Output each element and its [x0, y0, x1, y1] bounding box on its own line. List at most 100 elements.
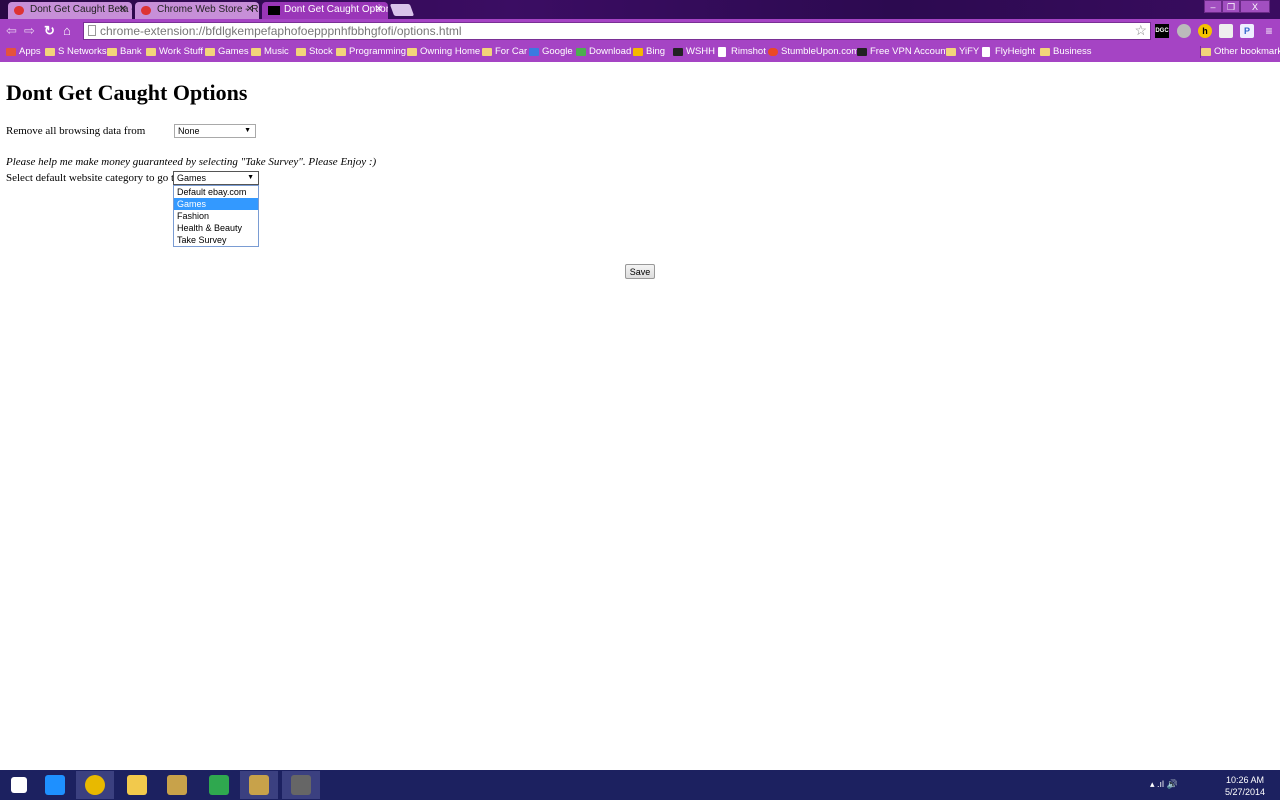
tray-icons[interactable]: ▴ .ıl 🔊 — [1150, 779, 1190, 790]
taskbar-start[interactable] — [0, 771, 38, 799]
dropdown-option[interactable]: Health & Beauty — [174, 222, 258, 234]
select-value: None — [178, 126, 200, 136]
category-select[interactable]: Games ▼ — [173, 171, 259, 185]
dropdown-option[interactable]: Fashion — [174, 210, 258, 222]
internet-explorer-icon — [45, 775, 65, 795]
page-icon — [88, 25, 96, 36]
bookmark-item[interactable]: For Car — [482, 46, 527, 58]
minimize-button[interactable]: – — [1204, 0, 1222, 13]
bookmark-item[interactable]: FlyHeight — [982, 46, 1035, 58]
bookmark-item[interactable]: Google — [529, 46, 573, 58]
home-icon[interactable]: ⌂ — [63, 23, 71, 39]
tab-label: Chrome Web Store - Read — [157, 4, 259, 15]
page-title: Dont Get Caught Options — [6, 80, 248, 105]
taskbar-game[interactable] — [282, 771, 320, 799]
bookmarks-bar: Apps S Networks Bank Work Stuff Games Music St… — [0, 43, 1280, 62]
bookmark-item[interactable]: Download — [576, 46, 631, 58]
reload-icon[interactable]: ↻ — [44, 23, 55, 39]
bookmark-item[interactable]: Free VPN Accounts — [857, 46, 953, 58]
bookmark-icon — [673, 48, 683, 56]
date: 5/27/2014 — [1224, 787, 1266, 797]
bookmark-label: Games — [218, 46, 249, 57]
close-tab-icon[interactable]: ✕ — [375, 2, 383, 18]
bookmark-label: For Car — [495, 46, 528, 57]
category-label: Select default website category to go to — [6, 172, 180, 184]
bookmark-label: Bank — [120, 46, 142, 57]
bookmark-icon — [407, 48, 417, 56]
taskbar-internet-explorer[interactable] — [36, 771, 74, 799]
p-extension-icon[interactable]: P — [1240, 24, 1254, 38]
bookmark-label: Owning Home — [420, 46, 481, 57]
save-button[interactable]: Save — [625, 264, 655, 279]
bookmark-label: Business — [1053, 46, 1092, 57]
bookmark-label: Other bookmarks — [1214, 46, 1280, 57]
game-icon — [291, 775, 311, 795]
new-tab-button[interactable] — [389, 4, 415, 16]
bookmark-label: Bing — [646, 46, 666, 57]
tab-dont-get-caught-beta[interactable]: Dont Get Caught Beta - Ec✕ — [8, 2, 132, 19]
taskbar-league-of-legends[interactable] — [158, 771, 196, 799]
other-bookmarks[interactable]: Other bookmarks — [1200, 46, 1280, 58]
tab-options[interactable]: Dont Get Caught Options ✕ — [262, 2, 388, 19]
bookmark-item[interactable]: Bing — [633, 46, 665, 58]
dgc-extension-icon[interactable]: DGC — [1155, 24, 1169, 38]
bookmark-icon — [946, 48, 956, 56]
dropdown-option[interactable]: Default ebay.com — [174, 186, 258, 198]
bookmark-item[interactable]: Rimshot — [718, 46, 766, 58]
back-icon[interactable]: ⇦ — [6, 23, 17, 39]
bookmark-icon — [146, 48, 156, 56]
bookmark-label: Music — [264, 46, 289, 57]
bookmark-item[interactable]: Apps — [6, 46, 41, 58]
dropdown-option[interactable]: Take Survey — [174, 234, 258, 246]
bookmark-icon — [107, 48, 117, 56]
toolbar: ⇦ ⇨ ↻ ⌂ chrome-extension://bfdlgkempefap… — [0, 19, 1280, 43]
taskbar-file-explorer[interactable] — [118, 771, 156, 799]
bookmark-label: S Networks — [58, 46, 107, 57]
bookmark-icon — [718, 47, 726, 57]
bookmark-item[interactable]: S Networks — [45, 46, 107, 58]
url-text: chrome-extension://bfdlgkempefaphofoeppp… — [100, 24, 462, 38]
close-window-button[interactable]: X — [1240, 0, 1270, 13]
forward-icon[interactable]: ⇨ — [24, 23, 35, 39]
shield-extension-icon[interactable] — [1177, 24, 1191, 38]
bookmark-item[interactable]: Business — [1040, 46, 1092, 58]
bookmark-item[interactable]: Games — [205, 46, 249, 58]
bookmark-icon — [482, 48, 492, 56]
close-tab-icon[interactable]: ✕ — [119, 2, 127, 18]
bookmark-item[interactable]: YiFY — [946, 46, 979, 58]
bookmark-item[interactable]: Stock — [296, 46, 333, 58]
league-of-legends-icon — [249, 775, 269, 795]
bookmark-item[interactable]: Music — [251, 46, 289, 58]
bookmark-item[interactable]: Owning Home — [407, 46, 480, 58]
tab-chrome-web-store[interactable]: Chrome Web Store - Read✕ — [135, 2, 259, 19]
file-explorer-icon — [127, 775, 147, 795]
bookmark-item[interactable]: Programming — [336, 46, 406, 58]
bookmark-item[interactable]: StumbleUpon.com — [768, 46, 859, 58]
dropdown-arrow-icon: ▼ — [244, 127, 251, 134]
printer-extension-icon[interactable] — [1219, 24, 1233, 38]
bookmark-label: WSHH — [686, 46, 716, 57]
clock[interactable]: 10:26 AM 5/27/2014 — [1222, 774, 1268, 798]
remove-data-select[interactable]: None ▼ — [174, 124, 256, 138]
close-tab-icon[interactable]: ✕ — [246, 2, 254, 18]
dropdown-option[interactable]: Games — [174, 198, 258, 210]
bookmark-icon — [857, 48, 867, 56]
taskbar-store[interactable] — [200, 771, 238, 799]
address-bar[interactable]: chrome-extension://bfdlgkempefaphofoeppp… — [83, 22, 1151, 40]
taskbar-chrome[interactable] — [76, 771, 114, 799]
apps-icon — [6, 48, 16, 56]
chrome-store-icon — [14, 6, 24, 15]
bookmark-item[interactable]: Work Stuff — [146, 46, 203, 58]
bookmark-icon — [633, 48, 643, 56]
menu-icon[interactable]: ≡ — [1262, 24, 1276, 38]
bookmark-item[interactable]: WSHH — [673, 46, 715, 58]
taskbar-league-of-legends[interactable] — [240, 771, 278, 799]
bookmark-item[interactable]: Bank — [107, 46, 142, 58]
restore-button[interactable]: ❐ — [1222, 0, 1240, 13]
start-icon — [11, 777, 27, 793]
select-value: Games — [177, 173, 207, 183]
bookmark-label: Programming — [349, 46, 407, 57]
bookmark-star-icon[interactable]: ☆ — [1134, 22, 1147, 38]
bookmark-icon — [296, 48, 306, 56]
honey-extension-icon[interactable]: h — [1198, 24, 1212, 38]
